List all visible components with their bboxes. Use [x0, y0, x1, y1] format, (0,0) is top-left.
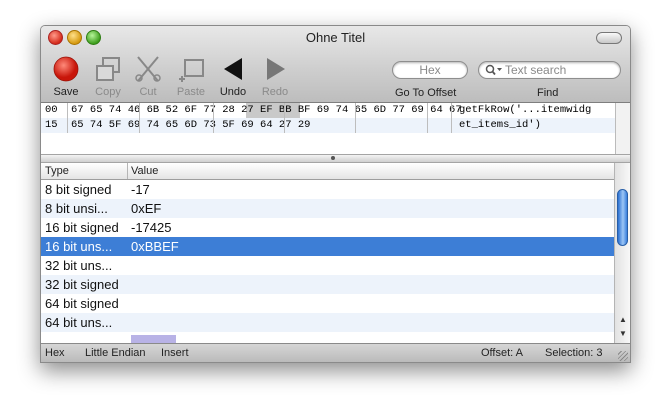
undo-button[interactable]: Undo [211, 54, 255, 100]
split-view-divider[interactable] [41, 154, 630, 163]
text-search-placeholder: Text search [505, 63, 567, 77]
hex-view[interactable]: 00 67 65 74 46 6B 52 6F 77 28 27 EF BB B… [41, 103, 615, 154]
resize-grip-icon[interactable] [618, 351, 628, 361]
column-separator [139, 103, 140, 133]
table-row[interactable]: 32 bit signed [41, 275, 614, 294]
hex-row-ascii[interactable]: et_items_id') [459, 118, 541, 133]
paste-label: Paste [176, 86, 206, 98]
table-row[interactable]: 32 bit uns... [41, 256, 614, 275]
window-title: Ohne Titel [305, 30, 366, 45]
column-separator [451, 103, 452, 133]
row-type: 16 bit uns... [45, 239, 113, 254]
record-icon [53, 56, 79, 82]
table-row[interactable]: 8 bit unsi... 0xEF [41, 199, 614, 218]
scroll-up-arrow-icon[interactable]: ▲ [617, 315, 629, 324]
hex-row-offset: 15 [45, 119, 58, 131]
table-header: Type Value [41, 163, 614, 180]
status-mode[interactable]: Hex [45, 344, 65, 362]
table-row[interactable]: 8 bit signed -17 [41, 180, 614, 199]
text-search-input[interactable]: Text search [478, 61, 621, 79]
triangle-left-icon [224, 58, 242, 80]
hex-offset-input[interactable]: Hex [392, 61, 468, 79]
hex-row[interactable]: 00 67 65 74 46 6B 52 6F 77 28 27 EF BB B… [41, 103, 615, 118]
table-row[interactable]: 16 bit signed -17425 [41, 218, 614, 237]
status-bar: Hex Little Endian Insert Offset: A Selec… [41, 343, 630, 362]
row-value: 0xEF [131, 201, 162, 216]
hex-scrollbar[interactable] [615, 103, 630, 154]
cut-button[interactable]: Cut [126, 54, 170, 100]
undo-label: Undo [219, 86, 247, 98]
hex-row-offset: 00 [45, 104, 58, 116]
row-value: -17 [131, 182, 150, 197]
column-separator [284, 103, 285, 133]
status-offset: Offset: A [481, 347, 523, 359]
column-separator [427, 103, 428, 133]
column-header-type[interactable]: Type [45, 163, 69, 179]
table-row[interactable]: 64 bit signed [41, 294, 614, 313]
save-label: Save [53, 86, 79, 98]
row-type: 16 bit signed [45, 220, 119, 235]
status-endian[interactable]: Little Endian [85, 344, 146, 362]
table-row-selected[interactable]: 16 bit uns... 0xBBEF [41, 237, 614, 256]
row-type: 64 bit signed [45, 296, 119, 311]
hex-row-bytes[interactable]: 67 65 74 46 6B 52 6F 77 28 27 EF BB BF 6… [71, 103, 462, 118]
status-insert[interactable]: Insert [161, 344, 189, 362]
copy-label: Copy [95, 86, 121, 98]
row-type: 32 bit uns... [45, 258, 113, 273]
paste-button[interactable]: Paste [169, 54, 213, 100]
save-button[interactable]: Save [44, 54, 88, 100]
divider-handle-icon [331, 156, 335, 160]
find-label: Find [537, 87, 559, 99]
copy-button[interactable]: Copy [86, 54, 130, 100]
paste-icon [179, 59, 204, 82]
row-type: 32 bit signed [45, 277, 119, 292]
column-separator [127, 163, 128, 179]
goto-offset-label: Go To Offset [395, 87, 457, 99]
partial-row-highlight [131, 335, 176, 343]
scrollbar-thumb[interactable] [617, 189, 628, 246]
hex-row[interactable]: 15 65 74 5F 69 74 65 6D 73 5F 69 64 27 2… [41, 118, 615, 133]
app-window: Ohne Titel Save Copy Cut Paste Undo Redo… [40, 25, 631, 363]
row-type: 8 bit unsi... [45, 201, 108, 216]
cut-label: Cut [139, 86, 157, 98]
search-icon [485, 64, 502, 76]
status-selection: Selection: 3 [545, 347, 603, 359]
row-value: -17425 [131, 220, 172, 235]
triangle-right-icon [267, 58, 285, 80]
column-separator [355, 103, 356, 133]
hex-offset-placeholder: Hex [419, 63, 441, 77]
data-inspector-table: Type Value 8 bit signed -17 8 bit unsi..… [41, 163, 630, 343]
redo-button[interactable]: Redo [253, 54, 297, 100]
row-type: 8 bit signed [45, 182, 112, 197]
column-header-value[interactable]: Value [131, 163, 158, 179]
column-separator [67, 103, 68, 133]
scroll-down-arrow-icon[interactable]: ▼ [617, 329, 629, 338]
copy-icon [96, 57, 120, 81]
column-separator [213, 103, 214, 133]
toolbar-toggle-button[interactable] [596, 32, 622, 44]
redo-label: Redo [261, 86, 289, 98]
table-scrollbar[interactable]: ▲ ▼ [614, 163, 630, 343]
toolbar: Ohne Titel Save Copy Cut Paste Undo Redo… [41, 26, 630, 103]
table-row[interactable]: 64 bit uns... [41, 313, 614, 332]
row-type: 64 bit uns... [45, 315, 113, 330]
row-value: 0xBBEF [131, 239, 179, 254]
hex-row-bytes[interactable]: 65 74 5F 69 74 65 6D 73 5F 69 64 27 29 [71, 118, 310, 133]
hex-row-ascii[interactable]: getFkRow('...itemwidg [459, 103, 591, 118]
scissors-icon [135, 56, 161, 82]
